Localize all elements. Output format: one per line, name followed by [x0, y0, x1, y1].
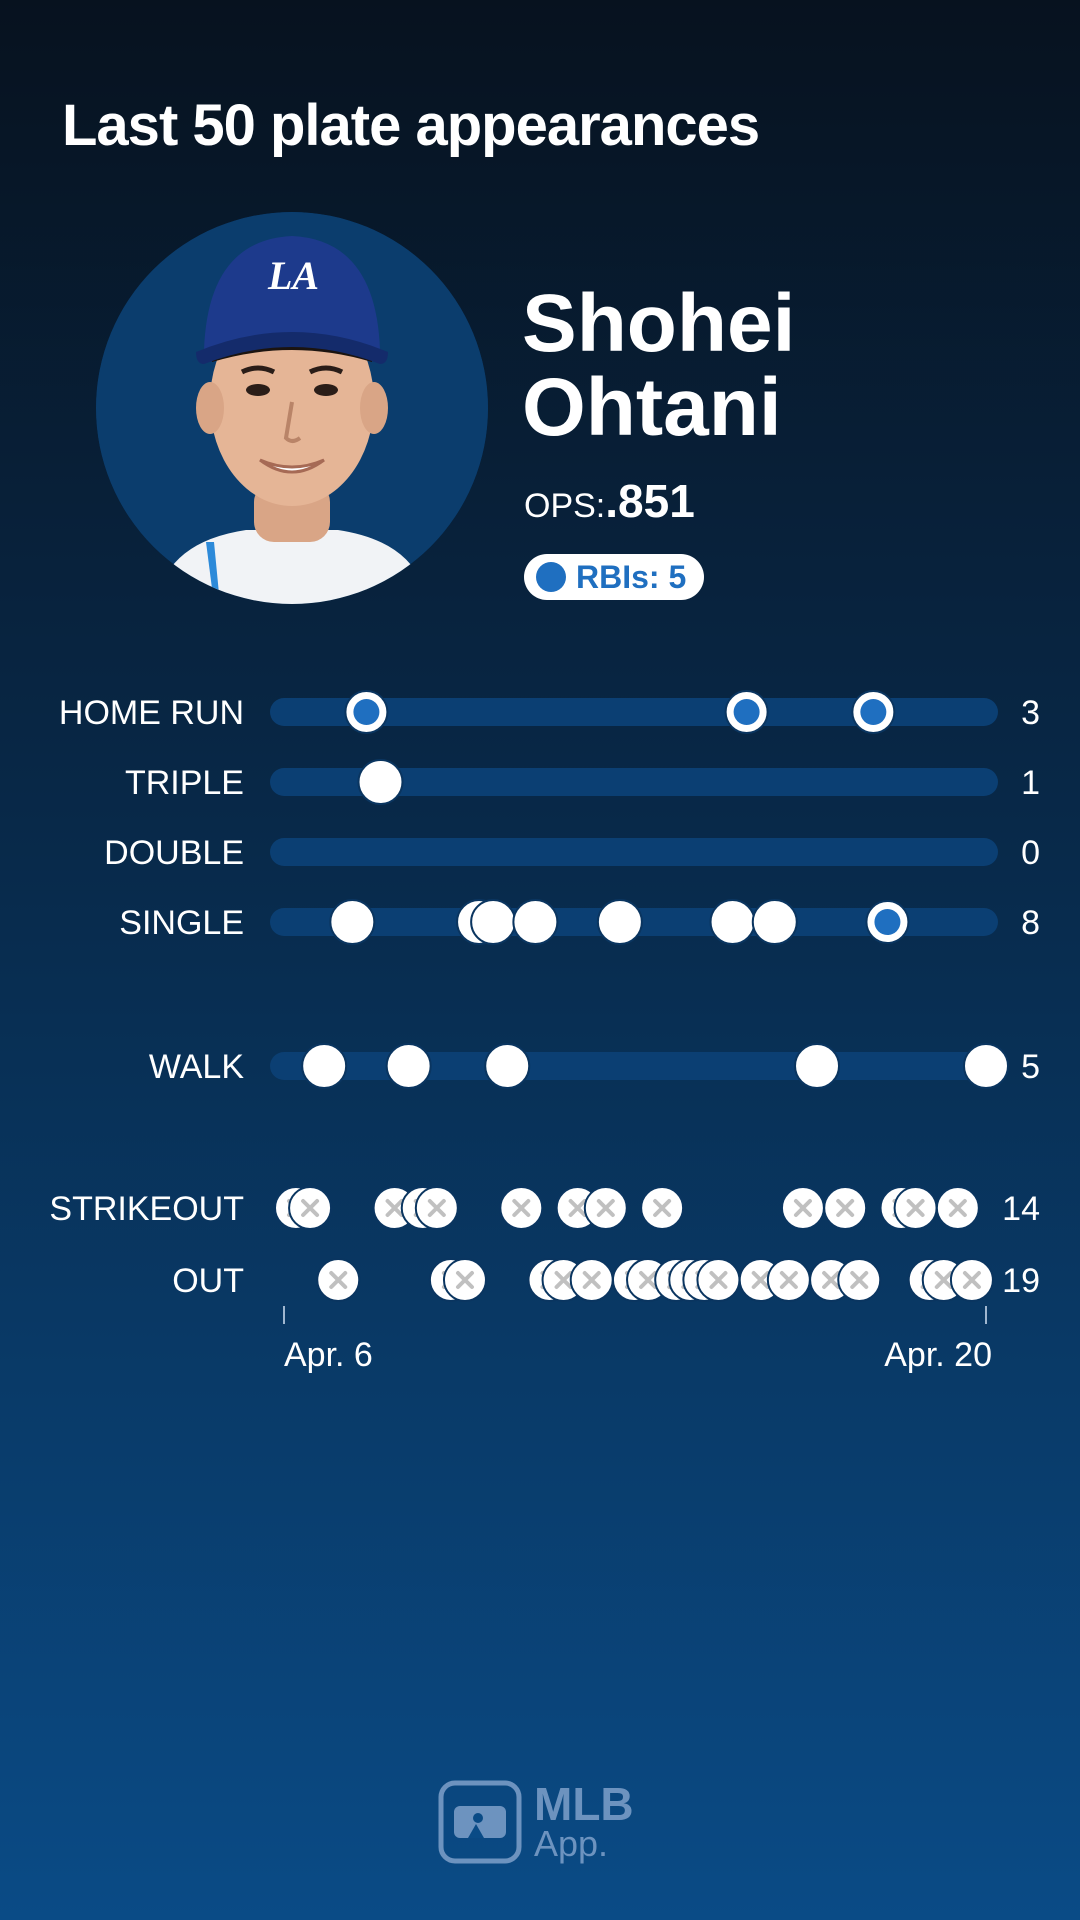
- point-single-6: [709, 899, 756, 945]
- track-double: [270, 838, 998, 866]
- mlb-app-logo: MLB App.: [438, 1780, 648, 1875]
- rbi-dot-icon: [874, 909, 901, 935]
- row-label-home-run: HOME RUN: [59, 694, 244, 732]
- row-count-double: 0: [1021, 834, 1040, 872]
- point-single-3: [470, 899, 517, 945]
- ops-stat: OPS:.851: [524, 474, 695, 528]
- axis-label-start: Apr. 6: [284, 1336, 373, 1374]
- logo-text-app: App.: [534, 1823, 609, 1864]
- point-walk-1: [301, 1043, 348, 1089]
- point-single-1: [329, 899, 376, 945]
- point-single-4: [512, 899, 559, 945]
- row-count-walk: 5: [1021, 1048, 1040, 1086]
- row-label-single: SINGLE: [119, 904, 244, 942]
- logo-text-mlb: MLB: [534, 1778, 634, 1830]
- row-count-single: 8: [1021, 904, 1040, 942]
- rbi-dot-icon: [536, 562, 566, 592]
- point-walk-5: [963, 1043, 1009, 1089]
- plate-appearance-chart: HOME RUN 3 TRIPLE 1 DOUBLE 0 SINGLE 8 WALK 5 STRIK…: [49, 690, 1040, 1374]
- cap-logo: LA: [268, 253, 320, 298]
- player-name: Shohei Ohtani: [522, 278, 796, 453]
- row-count-home-run: 3: [1021, 694, 1040, 732]
- rbi-legend-badge: RBIs: 5: [524, 554, 705, 600]
- point-single-5: [596, 899, 643, 945]
- axis-label-end: Apr. 20: [884, 1336, 992, 1374]
- track-walk: [270, 1052, 998, 1080]
- rbi-dot-icon: [733, 699, 760, 725]
- row-label-walk: WALK: [149, 1048, 244, 1086]
- point-triple-1: [357, 759, 404, 805]
- row-label-strikeout: STRIKEOUT: [49, 1190, 244, 1228]
- row-label-triple: TRIPLE: [125, 764, 244, 802]
- row-count-strikeout: 14: [1002, 1190, 1040, 1228]
- point-single-7: [751, 899, 798, 945]
- row-label-double: DOUBLE: [104, 834, 244, 872]
- ops-label: OPS:: [524, 487, 606, 525]
- point-walk-2: [385, 1043, 432, 1089]
- rbi-label: RBIs: 5: [576, 558, 687, 595]
- chart-title: Last 50 plate appearances: [62, 93, 760, 158]
- point-walk-4: [794, 1043, 841, 1089]
- player-photo: LA: [96, 212, 488, 604]
- row-count-triple: 1: [1021, 764, 1040, 802]
- rbi-dot-icon: [353, 699, 380, 725]
- row-label-out: OUT: [172, 1262, 244, 1300]
- point-walk-3: [484, 1043, 531, 1089]
- row-count-out: 19: [1002, 1262, 1040, 1300]
- ops-value: .851: [605, 475, 695, 527]
- rbi-dot-icon: [860, 699, 887, 725]
